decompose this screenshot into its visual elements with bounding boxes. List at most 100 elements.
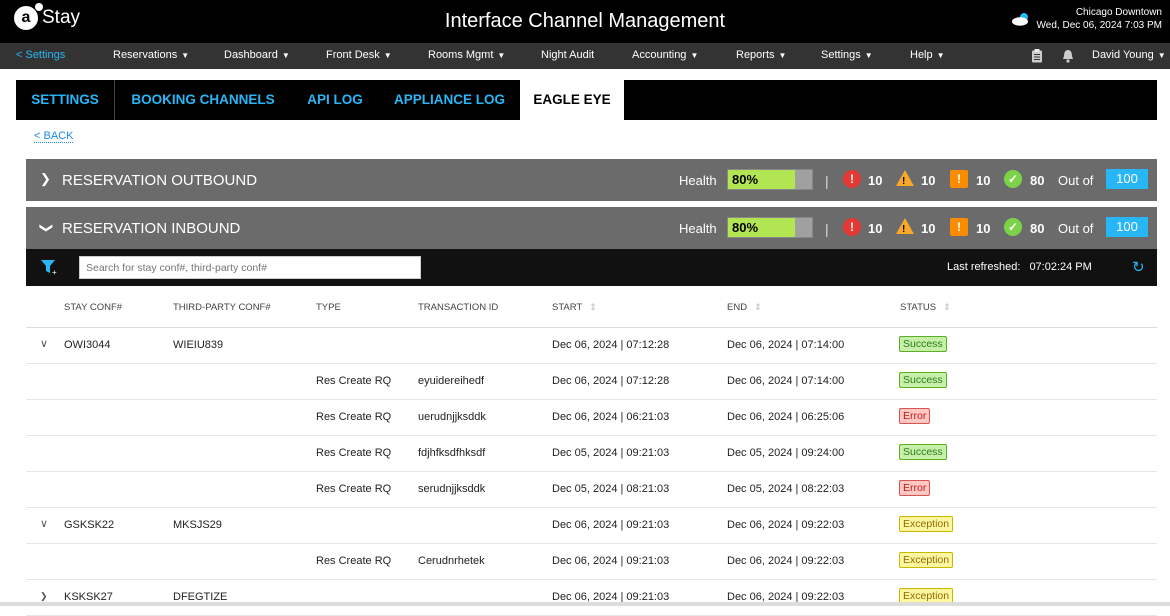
menu-reservations[interactable]: Reservations ▼ xyxy=(113,49,189,61)
top-bar: a Stay Interface Channel Management Chic… xyxy=(0,0,1170,43)
table-row[interactable]: Res Create RQ Cerudnrhetek Dec 06, 2024 | … xyxy=(26,544,1157,580)
column-header-start[interactable]: START ⇕ xyxy=(552,302,597,313)
end-cell: Dec 05, 2024 | 08:22:03 xyxy=(727,483,845,495)
menu-help[interactable]: Help ▼ xyxy=(910,49,945,61)
sort-icon[interactable]: ⇕ xyxy=(589,302,597,312)
menu-label: Rooms Mgmt xyxy=(428,49,494,61)
alert-count: 10 xyxy=(976,173,991,188)
tab-booking-channels[interactable]: BOOKING CHANNELS xyxy=(115,80,291,120)
status-badge: Success xyxy=(899,444,947,460)
chevron-down-icon[interactable]: ❯ xyxy=(38,223,54,234)
chevron-down-icon[interactable]: ∨ xyxy=(40,337,48,350)
table-row[interactable]: ∨ GSKSK22 MKSJS29 Dec 06, 2024 | 09:21:03 De… xyxy=(26,508,1157,544)
tab-appliance-log[interactable]: APPLIANCE LOG xyxy=(379,80,520,120)
section-title: RESERVATION INBOUND xyxy=(62,220,241,237)
page-title: Interface Channel Management xyxy=(444,10,726,32)
menu-label: Help xyxy=(910,49,933,61)
chevron-right-icon[interactable]: ❯ xyxy=(40,591,48,602)
chevron-down-icon[interactable]: ∨ xyxy=(40,517,48,530)
type-cell: Res Create RQ xyxy=(316,447,392,459)
table-row[interactable]: ❯ KSKSK27 DFEGTIZE Dec 06, 2024 | 09:21:03 D… xyxy=(26,580,1157,616)
horizontal-scrollbar[interactable] xyxy=(0,602,1170,606)
column-label: STATUS xyxy=(900,302,937,313)
end-cell: Dec 06, 2024 | 09:22:03 xyxy=(727,519,845,531)
menu-night-audit[interactable]: Night Audit xyxy=(541,49,594,61)
menu-label: Reservations xyxy=(113,49,178,61)
menu-dashboard[interactable]: Dashboard ▼ xyxy=(224,49,290,61)
menu-accounting[interactable]: Accounting ▼ xyxy=(632,49,698,61)
menu-label: Front Desk xyxy=(326,49,380,61)
caret-down-icon: ▼ xyxy=(690,51,699,60)
alert-icon: ! xyxy=(950,170,968,188)
menu-settings[interactable]: Settings ▼ xyxy=(821,49,873,61)
back-link[interactable]: < BACK xyxy=(34,130,74,143)
section-reservation-outbound[interactable]: ❯ RESERVATION OUTBOUND Health 80% | ! 10… xyxy=(26,159,1157,201)
table-row[interactable]: Res Create RQ fdjhfksdfhksdf Dec 05, 2024 … xyxy=(26,436,1157,472)
back-to-settings-link[interactable]: < Settings xyxy=(16,49,65,61)
menu-front-desk[interactable]: Front Desk ▼ xyxy=(326,49,392,61)
refresh-icon[interactable]: ↻ xyxy=(1132,258,1145,276)
menu-rooms-mgmt[interactable]: Rooms Mgmt ▼ xyxy=(428,49,505,61)
filter-bar: + Last refreshed: 07:02:24 PM ↻ xyxy=(26,249,1157,286)
caret-down-icon: ▼ xyxy=(181,51,190,60)
refreshed-label: Last refreshed: xyxy=(947,261,1021,273)
chevron-right-icon[interactable]: ❯ xyxy=(40,171,51,187)
type-cell: Res Create RQ xyxy=(316,411,392,423)
third-party-conf-cell: MKSJS29 xyxy=(173,519,222,531)
column-header-status[interactable]: STATUS ⇕ xyxy=(900,302,951,313)
end-cell: Dec 05, 2024 | 09:24:00 xyxy=(727,447,845,459)
table-row[interactable]: Res Create RQ eyuidereihedf Dec 06, 2024 |… xyxy=(26,364,1157,400)
section-reservation-inbound[interactable]: ❯ RESERVATION INBOUND Health 80% | ! 10 … xyxy=(26,207,1157,249)
column-label: END xyxy=(727,302,748,313)
table-row[interactable]: Res Create RQ serudnjjksddk Dec 05, 2024 |… xyxy=(26,472,1157,508)
caret-down-icon: ▼ xyxy=(497,51,506,60)
warning-icon: ! xyxy=(896,170,914,187)
tab-api-log[interactable]: API LOG xyxy=(291,80,379,120)
sort-icon[interactable]: ⇕ xyxy=(754,302,762,312)
tab-eagle-eye[interactable]: EAGLE EYE xyxy=(520,80,624,120)
start-cell: Dec 06, 2024 | 07:12:28 xyxy=(552,375,670,387)
type-cell: Res Create RQ xyxy=(316,375,392,387)
error-icon: ! xyxy=(843,218,861,236)
caret-down-icon: ▼ xyxy=(1157,51,1166,60)
column-label: START xyxy=(552,302,583,313)
warning-count: 10 xyxy=(921,173,936,188)
caret-down-icon: ▼ xyxy=(864,51,873,60)
caret-down-icon: ▼ xyxy=(383,51,392,60)
user-menu[interactable]: David Young ▼ xyxy=(1092,49,1166,61)
alert-count: 10 xyxy=(976,221,991,236)
svg-text:+: + xyxy=(52,268,57,276)
column-header-end[interactable]: END ⇕ xyxy=(727,302,762,313)
menu-reports[interactable]: Reports ▼ xyxy=(736,49,786,61)
menu-label: Night Audit xyxy=(541,49,595,61)
warning-count: 10 xyxy=(921,221,936,236)
third-party-conf-cell: WIEIU839 xyxy=(173,339,224,351)
table-row[interactable]: ∨ OWI3044 WIEIU839 Dec 06, 2024 | 07:12:28 D… xyxy=(26,328,1157,364)
divider: | xyxy=(825,173,829,189)
sort-icon[interactable]: ⇕ xyxy=(943,302,951,312)
status-badge: Exception xyxy=(899,552,954,568)
status-badge: Error xyxy=(899,408,931,424)
bell-icon[interactable] xyxy=(1062,49,1074,63)
current-datetime: Wed, Dec 06, 2024 7:03 PM xyxy=(1036,20,1162,31)
success-count: 80 xyxy=(1030,173,1045,188)
main-menu: < Settings Reservations ▼ Dashboard ▼ Fron… xyxy=(0,43,1170,69)
out-of-label: Out of xyxy=(1058,173,1094,188)
end-cell: Dec 06, 2024 | 07:14:00 xyxy=(727,375,845,387)
section-title: RESERVATION OUTBOUND xyxy=(62,172,258,189)
refreshed-time: 07:02:24 PM xyxy=(1029,261,1092,273)
transaction-id-cell: Cerudnrhetek xyxy=(418,555,485,567)
transaction-id-cell: fdjhfksdfhksdf xyxy=(418,447,486,459)
menu-label: Settings xyxy=(821,49,861,61)
search-input[interactable] xyxy=(79,256,421,279)
last-refreshed: Last refreshed: 07:02:24 PM xyxy=(947,261,1092,273)
tab-settings[interactable]: SETTINGS xyxy=(16,80,114,120)
check-icon: ✓ xyxy=(1004,170,1022,188)
table-row[interactable]: Res Create RQ uerudnjjksddk Dec 06, 2024 |… xyxy=(26,400,1157,436)
filter-icon[interactable]: + xyxy=(40,258,58,276)
start-cell: Dec 06, 2024 | 07:12:28 xyxy=(552,339,670,351)
health-value: 80% xyxy=(732,172,759,187)
clipboard-icon[interactable] xyxy=(1031,49,1043,63)
alert-icon: ! xyxy=(950,218,968,236)
column-header-stay-conf: STAY CONF# xyxy=(64,302,123,313)
